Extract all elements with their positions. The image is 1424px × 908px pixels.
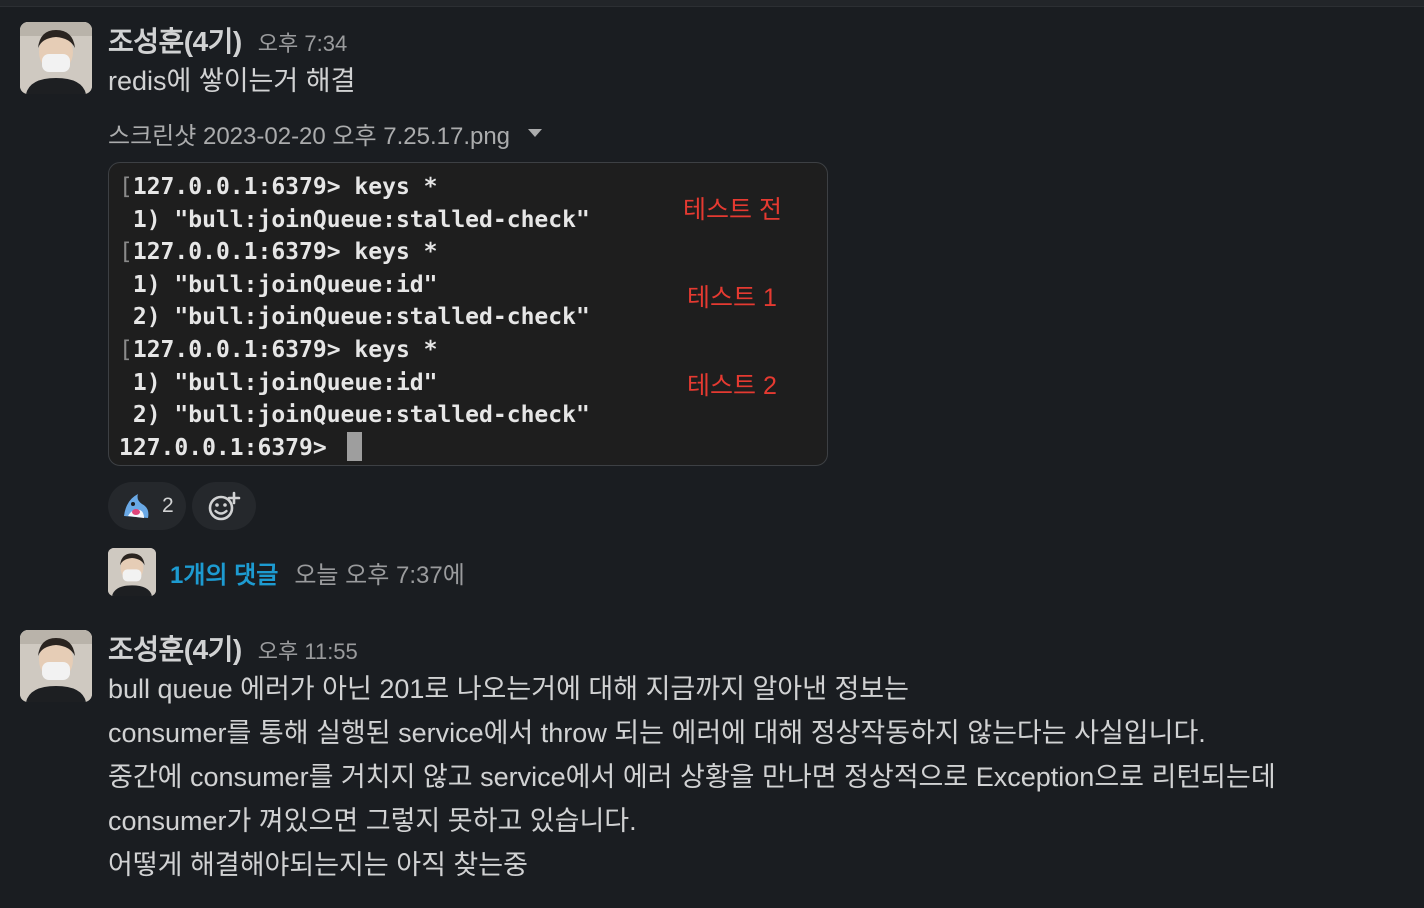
reaction-count: 2 xyxy=(162,494,174,517)
message-line: consumer가 껴있으면 그렇지 못하고 있습니다. xyxy=(108,806,637,836)
thread-summary[interactable]: 1개의 댓글 오늘 오후 7:37에 xyxy=(108,548,465,596)
message-line: 어떻게 해결해야되는지는 아직 찾는중 xyxy=(108,850,528,880)
message-line: bull queue 에러가 아닌 201로 나오는거에 대해 지금까지 알아낸… xyxy=(108,674,909,704)
add-reaction-icon xyxy=(208,491,240,521)
annotation-test-2: 테스트 2 xyxy=(687,372,777,400)
terminal-output: [127.0.0.1:6379> keys * 1) "bull:joinQue… xyxy=(119,174,590,461)
avatar[interactable] xyxy=(20,630,92,702)
message-text: redis에 쌓이는거 해결 xyxy=(108,66,356,96)
thread-replies-link[interactable]: 1개의 댓글 xyxy=(170,555,278,590)
terminal-line: 127.0.0.1:6379> keys * xyxy=(132,336,438,363)
author-name[interactable]: 조성훈(4기) xyxy=(108,628,242,668)
terminal-line: 127.0.0.1:6379> keys * xyxy=(132,239,438,266)
terminal-line: 127.0.0.1:6379> keys * xyxy=(132,174,438,200)
avatar-image xyxy=(20,22,92,94)
terminal-line: 1) "bull:joinQueue:id" xyxy=(119,271,438,298)
reply-avatar-image xyxy=(108,548,156,596)
screenshot-preview[interactable]: [127.0.0.1:6379> keys * 1) "bull:joinQue… xyxy=(108,162,828,466)
terminal-line: 127.0.0.1:6379> xyxy=(119,434,341,461)
reply-avatar[interactable] xyxy=(108,548,156,596)
terminal-line: 2) "bull:joinQueue:stalled-check" xyxy=(119,402,590,429)
shark-emoji-icon xyxy=(124,494,149,518)
avatar-image xyxy=(20,630,92,702)
file-attachment-header[interactable]: 스크린샷 2023-02-20 오후 7.25.17.png xyxy=(108,116,543,151)
terminal-line: 1) "bull:joinQueue:id" xyxy=(119,369,438,396)
message-header: 조성훈(4기) 오후 11:55 xyxy=(108,628,358,665)
annotation-before-test: 테스트 전 xyxy=(683,196,782,224)
timestamp[interactable]: 오후 11:55 xyxy=(258,634,358,666)
annotation-test-1: 테스트 1 xyxy=(687,284,777,312)
message-line: consumer를 통해 실행된 service에서 throw 되는 에러에 … xyxy=(108,718,1206,748)
terminal-cursor xyxy=(346,431,362,461)
timestamp[interactable]: 오후 7:34 xyxy=(258,26,347,58)
reactions-bar: 2 xyxy=(108,482,256,530)
chevron-down-icon[interactable] xyxy=(528,129,543,137)
reaction-shark[interactable]: 2 xyxy=(108,482,186,530)
thread-last-reply: 오늘 오후 7:37에 xyxy=(294,561,465,589)
message-header: 조성훈(4기) 오후 7:34 xyxy=(108,20,347,57)
terminal-line: 2) "bull:joinQueue:stalled-check" xyxy=(119,304,590,331)
terminal-line: 1) "bull:joinQueue:stalled-check" xyxy=(119,206,590,233)
add-reaction-button[interactable] xyxy=(191,482,256,530)
avatar[interactable] xyxy=(20,22,92,94)
file-name[interactable]: 스크린샷 2023-02-20 오후 7.25.17.png xyxy=(108,116,510,151)
top-divider xyxy=(0,0,1424,7)
author-name[interactable]: 조성훈(4기) xyxy=(108,20,242,60)
message-line: 중간에 consumer를 거치지 않고 service에서 에러 상황을 만나… xyxy=(108,762,1276,792)
